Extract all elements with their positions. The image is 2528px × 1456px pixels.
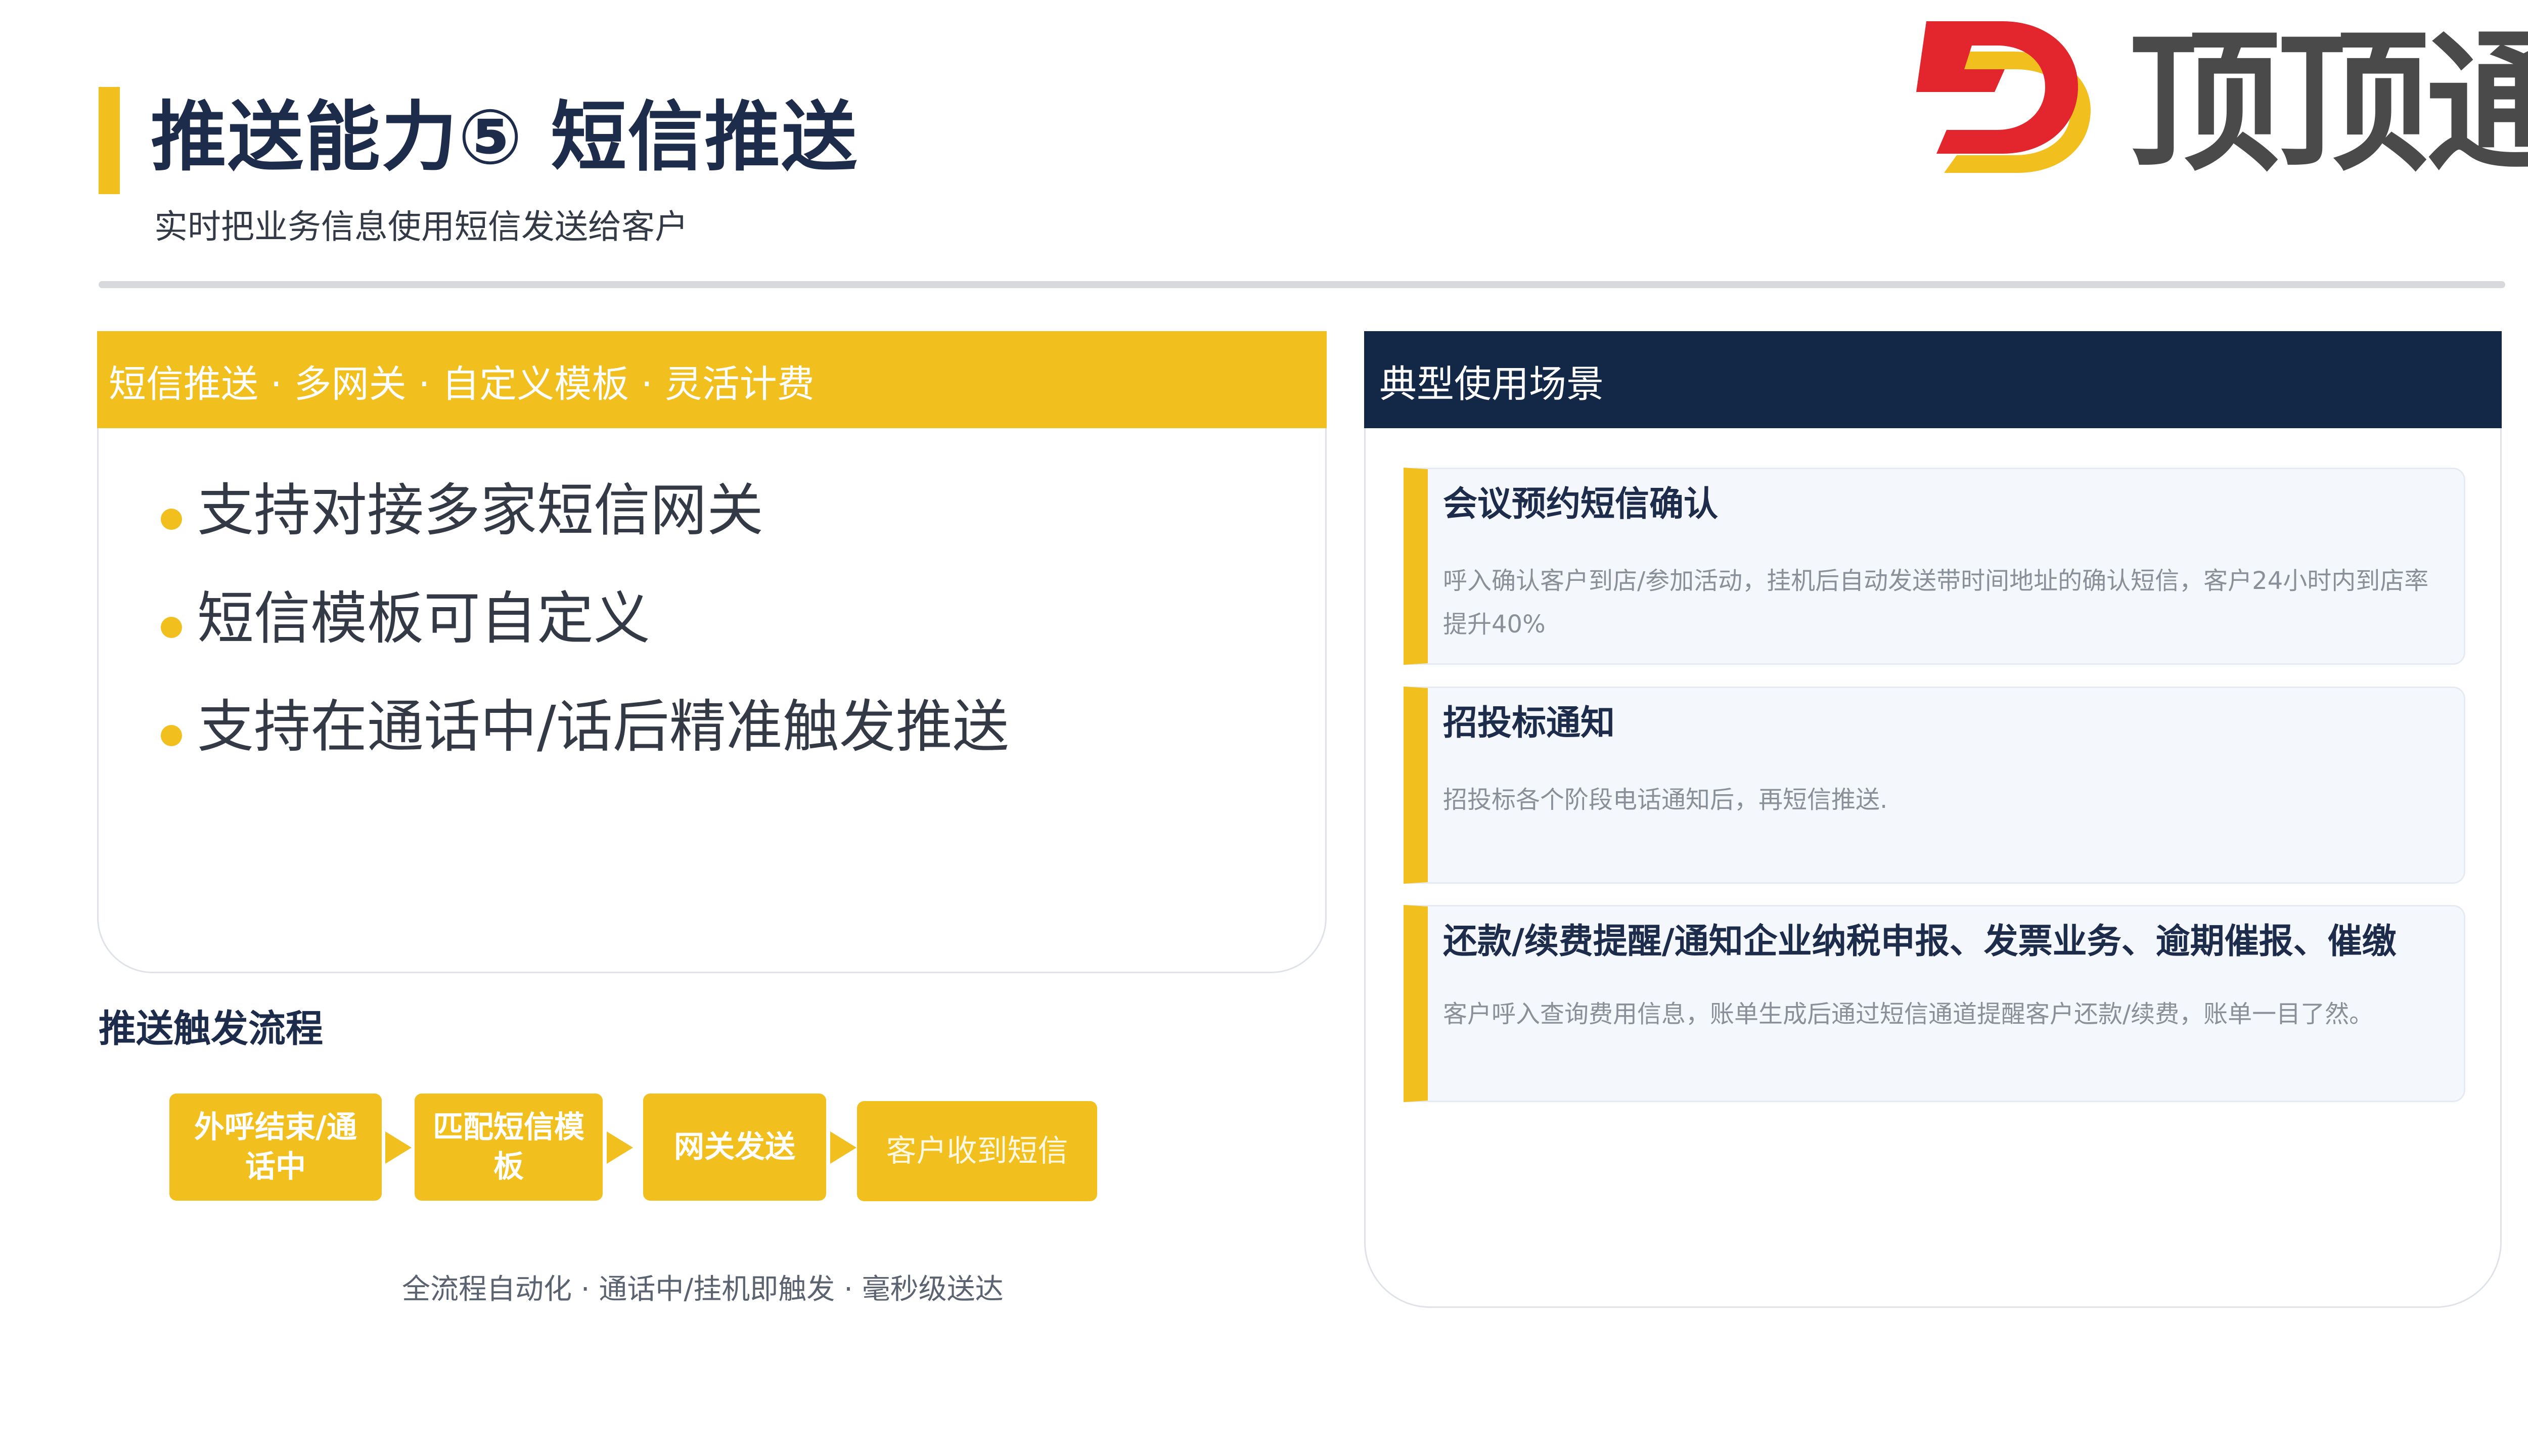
page-subtitle: 实时把业务信息使用短信发送给客户 xyxy=(154,207,688,246)
dingdingtong-logo-icon xyxy=(1916,21,2091,173)
bullet-dot-icon xyxy=(161,725,182,746)
bullet-dot-icon xyxy=(161,509,182,530)
flow-step-label: 外呼结束/通话中 xyxy=(194,1110,357,1185)
scenario-card-bidding-notice: 招投标通知 招投标各个阶段电话通知后，再短信推送. xyxy=(1404,687,2465,884)
flow-step-label: 匹配短信模板 xyxy=(433,1110,584,1185)
scenario-card-payment-reminder: 还款/续费提醒/通知企业纳税申报、发票业务、逾期催报、催缴 客户呼入查询费用信息… xyxy=(1404,905,2465,1102)
scenario-title: 招投标通知 xyxy=(1443,703,1615,743)
feature-text: 支持在通话中/话后精准触发推送 xyxy=(197,694,1009,760)
feature-item: 支持在通话中/话后精准触发推送 xyxy=(157,692,1009,800)
flow-title: 推送触发流程 xyxy=(99,1007,323,1051)
flow-step-label: 网关发送 xyxy=(674,1129,795,1165)
arrow-right-icon xyxy=(607,1131,633,1164)
header-divider xyxy=(99,281,2505,288)
flow-step-hangup: 外呼结束/通话中 xyxy=(169,1094,382,1201)
scenario-desc: 招投标各个阶段电话通知后，再短信推送. xyxy=(1443,786,1888,814)
feature-item: 短信模板可自定义 xyxy=(157,583,1009,692)
features-panel-title: 短信推送 · 多网关 · 自定义模板 · 灵活计费 xyxy=(109,362,815,406)
title-accent-bar xyxy=(99,87,120,194)
flow-step-customer-receive: 客户收到短信 xyxy=(857,1101,1097,1201)
feature-item: 支持对接多家短信网关 xyxy=(157,475,1009,583)
feature-text: 短信模板可自定义 xyxy=(197,586,650,652)
flow-step-gateway-send: 网关发送 xyxy=(643,1094,826,1201)
flow-step-label: 客户收到短信 xyxy=(886,1133,1068,1169)
arrow-right-icon xyxy=(830,1131,856,1164)
page-title: 推送能力⑤ 短信推送 xyxy=(151,94,859,181)
scenarios-panel-title: 典型使用场景 xyxy=(1379,362,1604,406)
feature-list: 支持对接多家短信网关 短信模板可自定义 支持在通话中/话后精准触发推送 xyxy=(157,475,1009,800)
feature-text: 支持对接多家短信网关 xyxy=(197,478,763,543)
arrow-right-icon xyxy=(385,1131,412,1164)
scenario-title: 还款/续费提醒/通知企业纳税申报、发票业务、逾期催报、催缴 xyxy=(1443,922,2397,962)
scenario-title: 会议预约短信确认 xyxy=(1443,484,1719,524)
bullet-dot-icon xyxy=(161,617,182,638)
scenario-desc: 客户呼入查询费用信息，账单生成后通过短信通道提醒客户还款/续费，账单一目了然。 xyxy=(1443,1000,2374,1028)
flow-step-match-template: 匹配短信模板 xyxy=(415,1094,603,1201)
logo-text: 顶顶通 xyxy=(2129,15,2528,192)
scenario-card-meeting-confirm: 会议预约短信确认 呼入确认客户到店/参加活动，挂机后自动发送带时间地址的确认短信… xyxy=(1404,468,2465,665)
flow-caption: 全流程自动化 · 通话中/挂机即触发 · 毫秒级送达 xyxy=(402,1273,1004,1306)
scenario-desc: 呼入确认客户到店/参加活动，挂机后自动发送带时间地址的确认短信，客户24小时内到… xyxy=(1443,567,2429,639)
